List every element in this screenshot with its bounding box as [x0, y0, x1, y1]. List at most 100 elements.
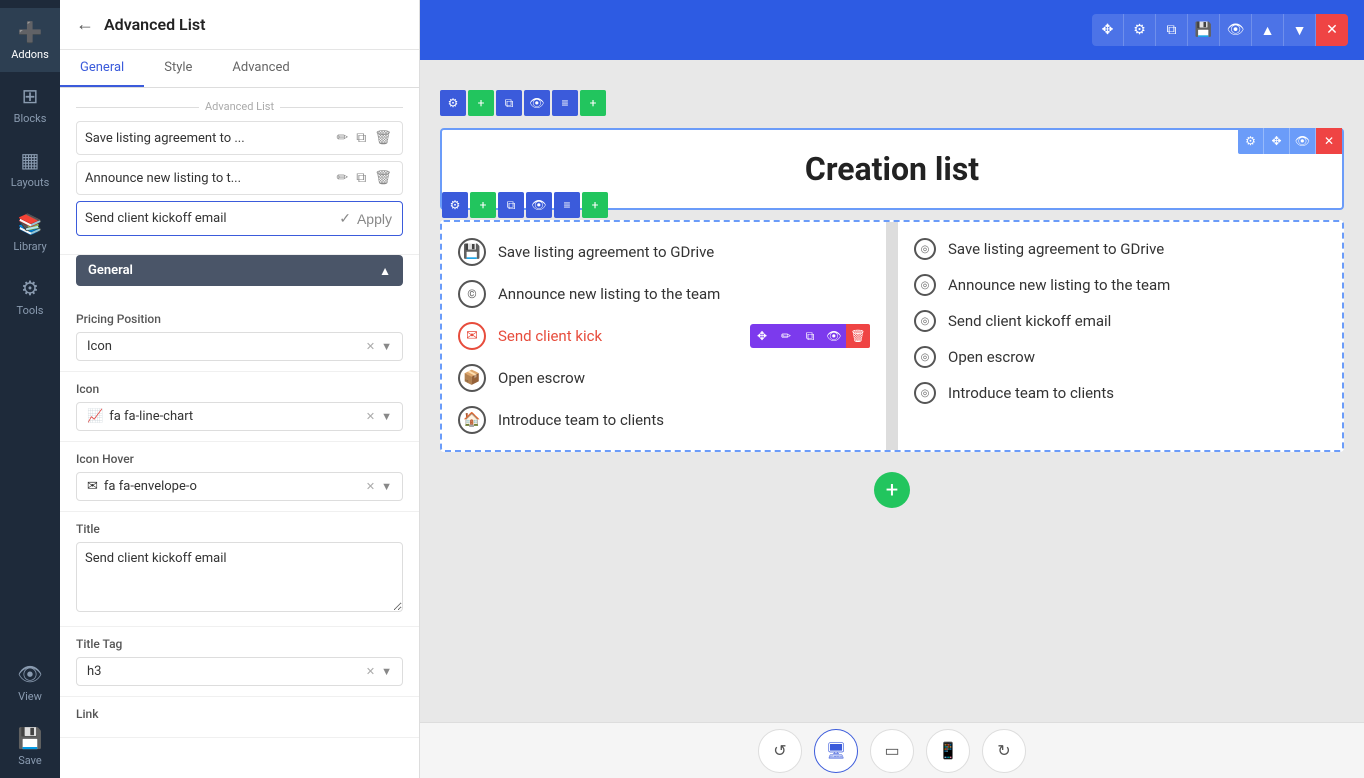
sidebar-item-tools[interactable]: ⚙ Tools [0, 264, 60, 328]
save-item-icon: 💾 [458, 238, 486, 266]
right-announce-text: Announce new listing to the team [948, 276, 1170, 294]
apply-label: Apply [355, 209, 394, 229]
title-move-btn[interactable]: ✥ [1264, 128, 1290, 154]
right-save-text: Save listing agreement to GDrive [948, 240, 1164, 258]
tablet-button[interactable]: ▭ [870, 729, 914, 773]
apply-button[interactable]: ✓ Apply [337, 208, 394, 229]
outer-settings-btn[interactable]: ⚙ [440, 90, 466, 116]
announce-item-text: Announce new listing to the team [498, 285, 720, 303]
visibility-btn[interactable]: 👁 [1220, 14, 1252, 46]
sidebar-item-blocks[interactable]: ⊞ Blocks [0, 72, 60, 136]
icon-arrow: ▼ [381, 410, 392, 423]
back-button[interactable]: ← [76, 14, 94, 35]
list-settings-btn[interactable]: ⚙ [442, 192, 468, 218]
right-introduce-text: Introduce team to clients [948, 384, 1114, 402]
pricing-position-clear[interactable]: ✕ [366, 340, 375, 353]
title-tag-value: h3 [87, 664, 101, 679]
sidebar-item-label: Blocks [14, 112, 47, 125]
outer-nav-btn[interactable]: ≡ [552, 90, 578, 116]
kickoff-visibility-btn[interactable]: 👁 [822, 324, 846, 348]
sidebar-item-layouts[interactable]: ▦ Layouts [0, 136, 60, 200]
kickoff-move-btn[interactable]: ✥ [750, 324, 774, 348]
icon-clear[interactable]: ✕ [366, 410, 375, 423]
tab-style[interactable]: Style [144, 50, 212, 87]
outer-expand-btn[interactable]: + [580, 90, 606, 116]
list-nav-btn[interactable]: ≡ [554, 192, 580, 218]
col-resize-handle[interactable] [890, 222, 898, 450]
sidebar-item-library[interactable]: 📚 Library [0, 200, 60, 264]
title-visibility-btn[interactable]: 👁 [1290, 128, 1316, 154]
title-tag-field: Title Tag h3 ✕ ▼ [60, 627, 419, 697]
list-visibility-btn[interactable]: 👁 [526, 192, 552, 218]
outer-visibility-btn[interactable]: 👁 [524, 90, 550, 116]
title-tag-select[interactable]: h3 ✕ ▼ [76, 657, 403, 686]
announce-item-icon: © [458, 280, 486, 308]
icon-hover-arrow: ▼ [381, 480, 392, 493]
settings-btn[interactable]: ⚙ [1124, 14, 1156, 46]
sidebar-item-view[interactable]: 👁 View [0, 650, 60, 714]
list-item-row-2[interactable]: Announce new listing to t... ✏ ⧉ 🗑 [76, 161, 403, 195]
right-item-escrow: ◎ Open escrow [914, 346, 1326, 368]
list-item-text-2: Announce new listing to t... [85, 171, 334, 186]
save-btn[interactable]: 💾 [1188, 14, 1220, 46]
list-copy-btn[interactable]: ⧉ [498, 192, 524, 218]
list-item-row-1[interactable]: Save listing agreement to ... ✏ ⧉ 🗑 [76, 121, 403, 155]
outer-add-btn[interactable]: + [468, 90, 494, 116]
pricing-position-value: Icon [87, 339, 112, 354]
delete-btn[interactable]: ✕ [1316, 14, 1348, 46]
panel-header: ← Advanced List [60, 0, 419, 50]
tab-general[interactable]: General [60, 50, 144, 87]
list-item-text-3: Send client kickoff email [85, 211, 337, 226]
right-item-introduce: ◎ Introduce team to clients [914, 382, 1326, 404]
icon-select[interactable]: 📈 fa fa-line-chart ✕ ▼ [76, 402, 403, 431]
right-kickoff-text: Send client kickoff email [948, 312, 1111, 330]
redo-button[interactable]: ↻ [982, 729, 1026, 773]
copy-icon-2[interactable]: ⧉ [354, 168, 368, 188]
move-btn[interactable]: ✥ [1092, 14, 1124, 46]
edit-icon-1[interactable]: ✏ [334, 128, 350, 148]
down-btn[interactable]: ▼ [1284, 14, 1316, 46]
up-btn[interactable]: ▲ [1252, 14, 1284, 46]
icon-preview: 📈 [87, 409, 103, 424]
title-textarea[interactable]: Send client kickoff email [76, 542, 403, 612]
kickoff-edit-btn[interactable]: ✏ [774, 324, 798, 348]
delete-icon-1[interactable]: 🗑 [372, 128, 394, 148]
outer-copy-btn[interactable]: ⧉ [496, 90, 522, 116]
add-button-container: + [440, 462, 1344, 518]
kickoff-copy-btn[interactable]: ⧉ [798, 324, 822, 348]
title-settings-btn[interactable]: ⚙ [1238, 128, 1264, 154]
icon-hover-select[interactable]: ✉ fa fa-envelope-o ✕ ▼ [76, 472, 403, 501]
list-add-btn[interactable]: + [470, 192, 496, 218]
delete-icon-2[interactable]: 🗑 [372, 168, 394, 188]
desktop-button[interactable]: 🖥 [814, 729, 858, 773]
sidebar-item-addons[interactable]: ➕ Addons [0, 8, 60, 72]
list-expand-btn[interactable]: + [582, 192, 608, 218]
list-item-save: 💾 Save listing agreement to GDrive [458, 238, 870, 266]
canvas-content: ⚙ + ⧉ 👁 ≡ + ⚙ ✥ 👁 ✕ Creation list ⚙ [420, 60, 1364, 778]
undo-button[interactable]: ↺ [758, 729, 802, 773]
sidebar-item-save[interactable]: 💾 Save [0, 714, 60, 778]
sidebar-item-label: View [18, 690, 42, 703]
panel-tabs: General Style Advanced [60, 50, 419, 88]
list-item-kickoff: ✉ Send client kick [458, 322, 746, 350]
general-section-container: General ▲ [60, 255, 419, 302]
title-tag-clear[interactable]: ✕ [366, 665, 375, 678]
copy-btn[interactable]: ⧉ [1156, 14, 1188, 46]
pricing-position-arrow: ▼ [381, 340, 392, 353]
icon-hover-clear[interactable]: ✕ [366, 480, 375, 493]
check-icon: ✓ [337, 208, 353, 229]
pricing-position-select[interactable]: Icon ✕ ▼ [76, 332, 403, 361]
add-item-button[interactable]: + [874, 472, 910, 508]
tab-advanced[interactable]: Advanced [212, 50, 309, 87]
general-section-header[interactable]: General ▲ [76, 255, 403, 286]
chevron-up-icon: ▲ [379, 264, 391, 278]
list-item-row-3[interactable]: Send client kickoff email ✓ Apply [76, 201, 403, 236]
kickoff-delete-btn[interactable]: 🗑 [846, 324, 870, 348]
sidebar-item-label: Layouts [11, 176, 50, 189]
edit-icon-2[interactable]: ✏ [334, 168, 350, 188]
mobile-button[interactable]: 📱 [926, 729, 970, 773]
list-item-kickoff-wrapper: ✉ Send client kick ✥ ✏ ⧉ 👁 🗑 [458, 322, 870, 350]
title-delete-btn[interactable]: ✕ [1316, 128, 1342, 154]
copy-icon-1[interactable]: ⧉ [354, 128, 368, 148]
view-icon: 👁 [17, 662, 42, 686]
